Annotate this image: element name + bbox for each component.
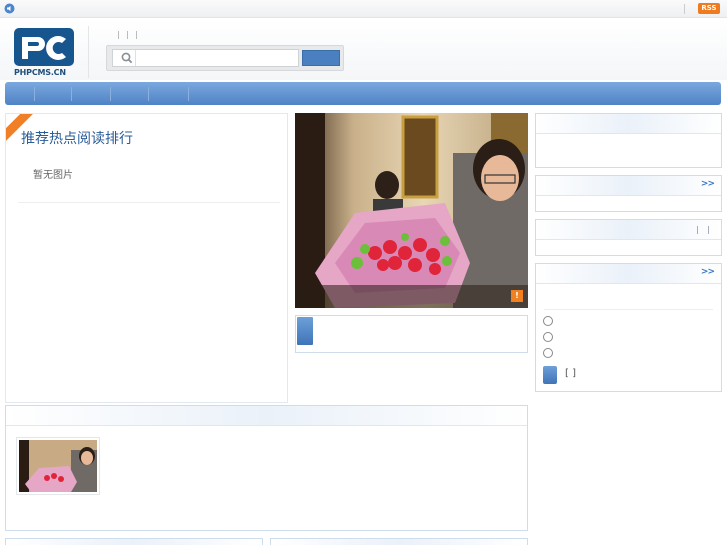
header: PHPCMS.CN (0, 18, 727, 80)
nav-divider (110, 87, 111, 101)
search-button[interactable] (302, 50, 340, 66)
search-input[interactable] (137, 51, 297, 65)
panel-header (271, 539, 527, 545)
radio-icon[interactable] (543, 348, 553, 358)
view-results-link[interactable]: [ ] (565, 368, 576, 379)
speaker-icon[interactable] (4, 3, 15, 14)
logo-text: PHPCMS.CN (14, 68, 66, 77)
panel-header (536, 114, 721, 134)
topbar-divider (684, 4, 685, 14)
nav-divider (34, 87, 35, 101)
main-nav (5, 82, 721, 105)
nav-divider (148, 87, 149, 101)
panel-header (536, 220, 721, 240)
bottom-panel-right (270, 538, 528, 545)
hot-reading-panel: 推荐热点阅读排行 暂无图片 (5, 113, 288, 403)
rss-button[interactable]: RSS (698, 3, 720, 14)
thumb-tab[interactable] (297, 317, 313, 345)
panel-header: >> (536, 264, 721, 284)
right-panel-3 (535, 219, 722, 256)
photo-image (295, 113, 528, 308)
nav-divider (71, 87, 72, 101)
more-arrow-icon[interactable]: >> (701, 267, 715, 277)
gallery-panel (5, 405, 528, 531)
thumbnail-image (19, 440, 97, 492)
panel-header (6, 539, 262, 545)
radio-icon[interactable] (543, 332, 553, 342)
divider (18, 202, 280, 203)
divider (544, 309, 713, 310)
gallery-thumbnail[interactable] (16, 437, 100, 495)
nav-divider (188, 87, 189, 101)
photo-thumb-bar (295, 315, 528, 353)
vote-panel: >> [ ] (535, 263, 722, 392)
vote-button[interactable] (543, 366, 557, 384)
logo-mark (14, 28, 74, 66)
right-panel-2: >> (535, 175, 722, 212)
bottom-panel-left (5, 538, 263, 545)
more-arrow-icon[interactable]: >> (701, 179, 715, 189)
right-panel-1 (535, 113, 722, 168)
radio-icon[interactable] (543, 316, 553, 326)
search-icon (121, 52, 133, 64)
photo-caption-bar (295, 285, 528, 308)
header-divider (88, 26, 89, 78)
hot-title[interactable]: 推荐热点阅读排行 (21, 128, 133, 148)
no-image-text: 暂无图片 (33, 170, 73, 181)
featured-photo[interactable]: ! (295, 113, 528, 308)
header-links (118, 31, 144, 39)
site-logo[interactable]: PHPCMS.CN (14, 28, 78, 84)
search-separator (135, 50, 136, 66)
top-bar: RSS (0, 0, 727, 18)
search-box (106, 45, 344, 71)
panel-header (6, 406, 527, 426)
photo-badge[interactable]: ! (511, 290, 523, 302)
search-input-wrap (112, 49, 299, 67)
panel-header: >> (536, 176, 721, 196)
